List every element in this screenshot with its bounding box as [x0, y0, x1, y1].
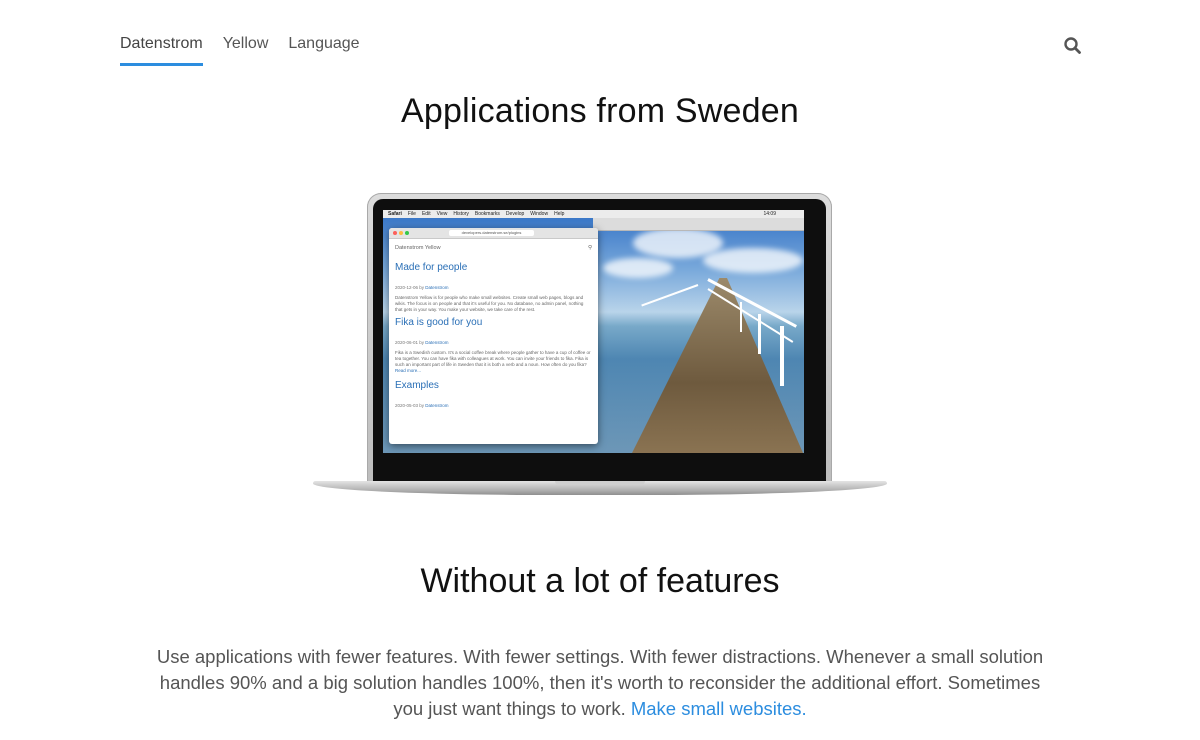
post-title: Examples [395, 380, 439, 391]
laptop-screen: Safari File Edit View History Bookmarks … [383, 210, 804, 453]
menubar-item: Help [554, 211, 565, 217]
post-text-body: Fika is a Swedish custom. It's a social … [395, 350, 591, 367]
post-date: 2020-05-03 by [395, 403, 425, 408]
menubar-clock: 14:09 [763, 211, 776, 217]
browser-titlebar: developers.datenstrom.se/plugins [389, 228, 598, 239]
mac-menubar: Safari File Edit View History Bookmarks … [383, 210, 804, 218]
menubar-item: Bookmarks [474, 211, 500, 217]
post-meta: 2020-12-06 by Datenstrom [395, 284, 592, 291]
safari-toolbar [593, 218, 804, 231]
nav-item-language[interactable]: Language [288, 33, 359, 66]
post-meta: 2020-05-03 by Datenstrom [395, 402, 592, 409]
menubar-item: Edit [421, 211, 431, 217]
hero-image-laptop: Safari File Edit View History Bookmarks … [313, 193, 887, 499]
post-author: Datenstrom [425, 403, 449, 408]
section-body: Use applications with fewer features. Wi… [156, 646, 1044, 719]
browser-url: developers.datenstrom.se/plugins [449, 230, 534, 236]
section-title: Without a lot of features [420, 562, 780, 600]
search-icon: ⚲ [587, 245, 592, 251]
read-more-link: Read more... [395, 368, 422, 373]
menubar-item: View [436, 211, 448, 217]
nav-item-datenstrom[interactable]: Datenstrom [120, 33, 203, 66]
post-text: Fika is a Swedish custom. It's a social … [395, 350, 592, 374]
menubar-item: History [453, 211, 469, 217]
page-title: Applications from Sweden [401, 92, 799, 130]
post-date: 2020-06-01 by [395, 340, 425, 345]
nav-item-yellow[interactable]: Yellow [223, 33, 269, 66]
post-title: Made for people [395, 262, 468, 273]
post-author: Datenstrom [425, 285, 449, 290]
make-small-websites-link[interactable]: Make small websites. [631, 698, 807, 719]
laptop-notch [555, 481, 645, 485]
menubar-item: File [407, 211, 416, 217]
post-author: Datenstrom [425, 340, 449, 345]
menubar-item: Develop [505, 211, 525, 217]
top-nav: Datenstrom Yellow Language [120, 33, 360, 66]
laptop-lid: Safari File Edit View History Bookmarks … [367, 193, 832, 483]
post-text: Datenstrom Yellow is for people who make… [395, 295, 584, 312]
menubar-item: Safari [388, 211, 402, 217]
menubar-item: Window [530, 211, 549, 217]
post-meta: 2020-06-01 by Datenstrom [395, 339, 592, 346]
post-date: 2020-12-06 by [395, 285, 425, 290]
post-title: Fika is good for you [395, 317, 483, 328]
section-text: Use applications with fewer features. Wi… [150, 644, 1050, 722]
browser-window: developers.datenstrom.se/plugins Datenst… [389, 228, 598, 444]
site-name: Datenstrom Yellow [395, 245, 441, 251]
search-icon[interactable] [1063, 36, 1083, 56]
